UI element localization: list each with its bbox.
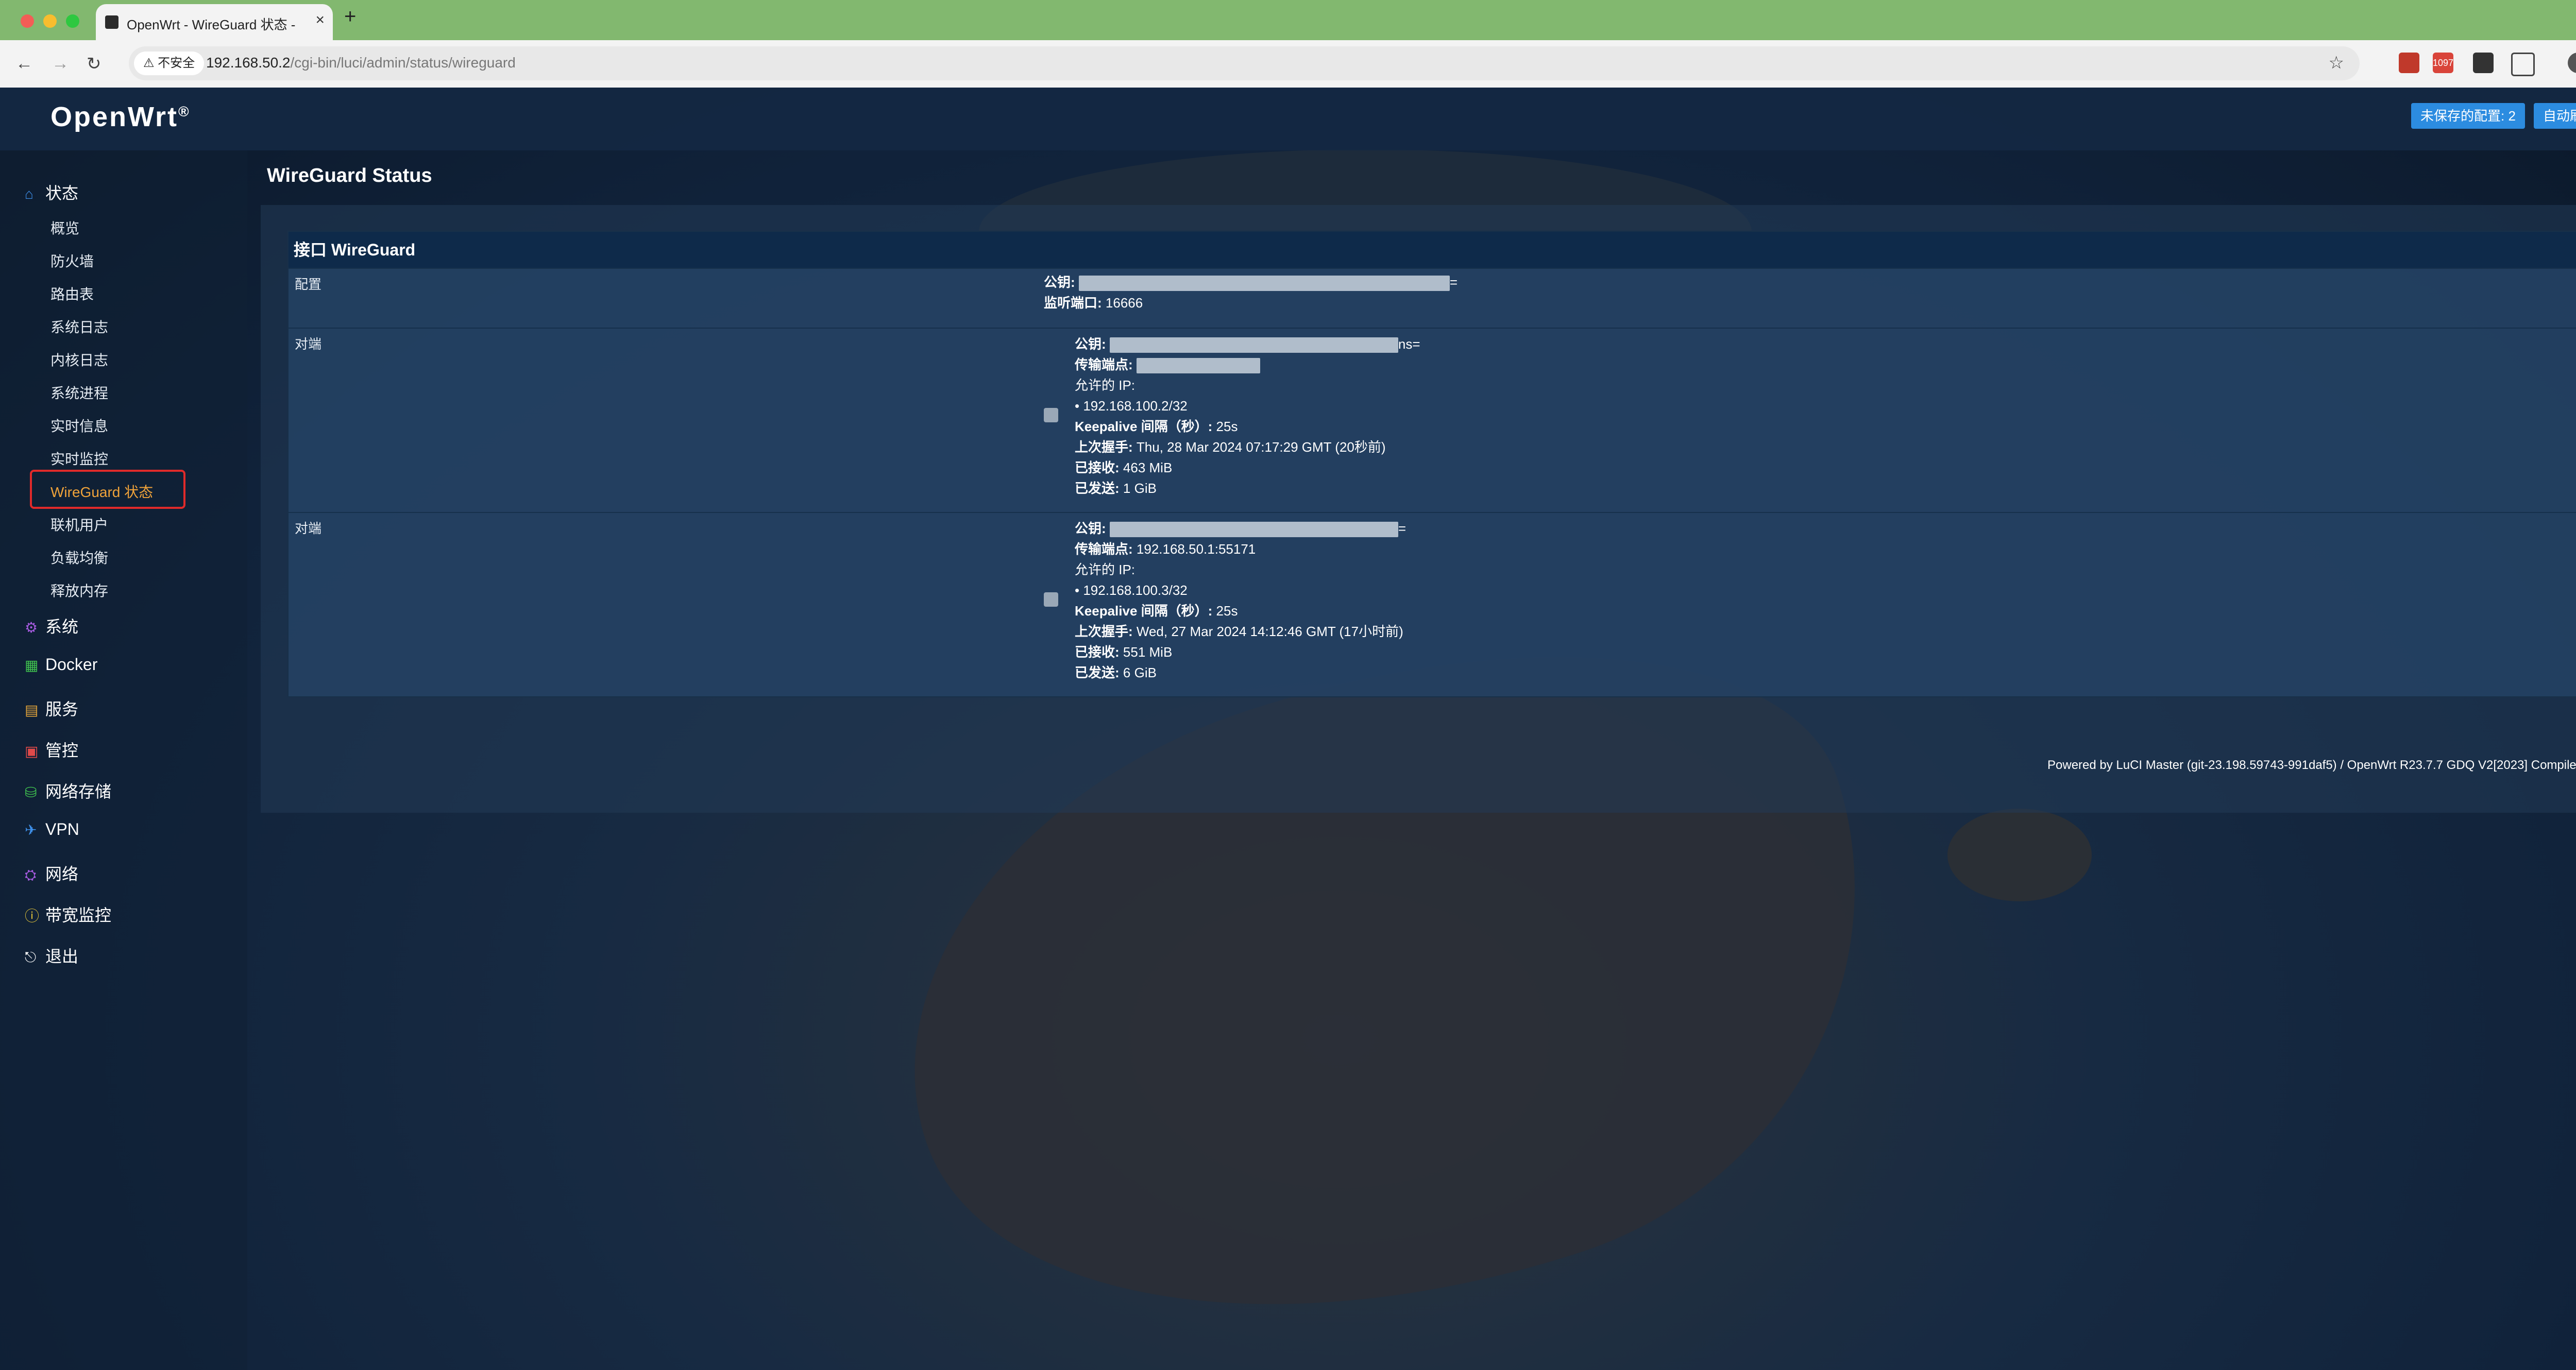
peer-pubkey: 公钥: = bbox=[1075, 518, 1406, 539]
reload-icon[interactable]: ↻ bbox=[87, 54, 101, 74]
redacted-key bbox=[1109, 522, 1398, 538]
openwrt-favicon-icon bbox=[105, 15, 118, 29]
peer-endpoint: 传输端点: bbox=[1075, 354, 1420, 375]
menu-vpn[interactable]: ✈ VPN bbox=[25, 820, 79, 839]
minimize-window-button[interactable] bbox=[43, 14, 57, 28]
peer-keepalive: Keepalive 间隔（秒）: 25s bbox=[1075, 419, 1238, 434]
sidebar: ⌂ 状态 概览 防火墙 路由表 系统日志 内核日志 系统进程 实时信息 实时监控 … bbox=[0, 150, 247, 1370]
submenu-realtime-monitor[interactable]: 实时监控 bbox=[50, 448, 108, 469]
submenu-free-memory[interactable]: 释放内存 bbox=[50, 580, 108, 601]
browser-tab-bar: OpenWrt - WireGuard 状态 - L × + ⌄ bbox=[0, 0, 2576, 40]
peer-keepalive: Keepalive 间隔（秒）: 25s bbox=[1075, 603, 1238, 619]
config-details: 公钥: = 监听端口: 16666 bbox=[1044, 272, 1458, 313]
submenu-firewall[interactable]: 防火墙 bbox=[50, 250, 94, 271]
peer-sent: 已发送: 6 GiB bbox=[1075, 665, 1157, 680]
brand-logo[interactable]: OpenWrt® bbox=[50, 101, 191, 133]
redacted-key bbox=[1109, 337, 1398, 353]
submenu-syslog[interactable]: 系统日志 bbox=[50, 316, 108, 337]
peer-allowed-ips-label: 允许的 IP: bbox=[1075, 378, 1136, 393]
storage-icon: ⛁ bbox=[25, 784, 37, 800]
extension-badge-icon[interactable]: 1097 bbox=[2433, 53, 2453, 73]
close-window-button[interactable] bbox=[21, 14, 34, 28]
peer-handshake: 上次握手: Thu, 28 Mar 2024 07:17:29 GMT (20秒… bbox=[1075, 439, 1386, 455]
new-tab-button[interactable]: + bbox=[344, 5, 356, 28]
menu-system[interactable]: ⚙ 系统 bbox=[25, 614, 78, 638]
peer-sent: 已发送: 1 GiB bbox=[1075, 481, 1157, 496]
bandwidth-icon: ⓘ bbox=[25, 908, 40, 924]
security-warning-chip[interactable]: ⚠ 不安全 bbox=[134, 52, 205, 75]
browser-tab[interactable]: OpenWrt - WireGuard 状态 - L × bbox=[96, 4, 333, 40]
control-icon: ▣ bbox=[25, 743, 39, 759]
menu-control[interactable]: ▣ 管控 bbox=[25, 738, 78, 761]
page-title: WireGuard Status bbox=[267, 165, 432, 186]
peer-details: 公钥: ns= 传输端点: 允许的 IP: • 192.168.100.2/32… bbox=[1075, 334, 1420, 499]
peer-received: 已接收: 551 MiB bbox=[1075, 644, 1173, 660]
config-pubkey: 公钥: = bbox=[1044, 272, 1458, 293]
openwrt-page: OpenWrt® 未保存的配置: 2 自动刷新 开 ⌂状态 概览 防火墙 路由表… bbox=[0, 88, 2576, 1370]
browser-toolbar: ← → ↻ ⚠ 不安全 192.168.50.2/cgi-bin/luci/ad… bbox=[0, 40, 2576, 89]
background-rock bbox=[1947, 809, 2092, 901]
autorefresh-badge[interactable]: 自动刷新 开 bbox=[2534, 103, 2576, 129]
config-row: 配置 公钥: = 监听端口: 16666 bbox=[289, 268, 2576, 328]
back-arrow-icon[interactable]: ← bbox=[15, 54, 33, 74]
extension-pdf-icon[interactable] bbox=[2399, 53, 2419, 73]
tab-close-icon[interactable]: × bbox=[315, 11, 325, 29]
peer-details: 公钥: = 传输端点: 192.168.50.1:55171 允许的 IP: •… bbox=[1075, 518, 1406, 683]
address-bar[interactable]: ⚠ 不安全 192.168.50.2/cgi-bin/luci/admin/st… bbox=[129, 46, 2360, 80]
vpn-icon: ✈ bbox=[25, 822, 37, 838]
submenu-routes[interactable]: 路由表 bbox=[50, 283, 94, 304]
url-text[interactable]: 192.168.50.2/cgi-bin/luci/admin/status/w… bbox=[206, 55, 516, 71]
unsaved-config-badge[interactable]: 未保存的配置: 2 bbox=[2411, 103, 2525, 129]
peer-allowed-ip: • 192.168.100.3/32 bbox=[1075, 583, 1188, 598]
submenu-kernel-log[interactable]: 内核日志 bbox=[50, 349, 108, 370]
footer-credits: Powered by LuCI Master (git-23.198.59743… bbox=[2047, 758, 2576, 772]
peer-endpoint: 传输端点: 192.168.50.1:55171 bbox=[1075, 541, 1256, 557]
menu-nas[interactable]: ⛁ 网络存储 bbox=[25, 779, 111, 802]
peer-handshake: 上次握手: Wed, 27 Mar 2024 14:12:46 GMT (17小… bbox=[1075, 624, 1403, 639]
openwrt-header: OpenWrt® 未保存的配置: 2 自动刷新 开 bbox=[0, 88, 2576, 150]
submenu-online-users[interactable]: 联机用户 bbox=[50, 514, 108, 535]
maximize-window-button[interactable] bbox=[66, 14, 79, 28]
network-icon: ⛭ bbox=[25, 867, 37, 883]
peer-received: 已接收: 463 MiB bbox=[1075, 460, 1173, 475]
peer-allowed-ips-label: 允许的 IP: bbox=[1075, 562, 1136, 577]
content-panel: 接口 WireGuard 配置 公钥: = 监听端口: 16666 对端 公钥:… bbox=[261, 205, 2576, 813]
menu-logout[interactable]: ⎋ 退出 bbox=[25, 944, 78, 967]
submenu-processes[interactable]: 系统进程 bbox=[50, 382, 108, 403]
bookmark-star-icon[interactable]: ☆ bbox=[2329, 53, 2344, 73]
extension-icon[interactable] bbox=[2473, 53, 2494, 73]
submenu-load-balance[interactable]: 负载均衡 bbox=[50, 547, 108, 568]
peer-label: 对端 bbox=[295, 336, 322, 352]
docker-icon: ▦ bbox=[25, 657, 39, 673]
menu-bandwidth[interactable]: ⓘ 带宽监控 bbox=[25, 902, 111, 926]
peer-allowed-ip: • 192.168.100.2/32 bbox=[1075, 398, 1188, 414]
menu-status[interactable]: ⌂ 状态 bbox=[25, 180, 78, 204]
logout-icon: ⎋ bbox=[25, 949, 37, 965]
redacted-endpoint bbox=[1136, 358, 1260, 374]
tab-title: OpenWrt - WireGuard 状态 - L bbox=[127, 17, 297, 32]
config-listen-port: 监听端口: 16666 bbox=[1044, 295, 1143, 311]
menu-docker[interactable]: ▦ Docker bbox=[25, 655, 97, 674]
peer-pubkey: 公钥: ns= bbox=[1075, 334, 1420, 354]
services-icon: ▤ bbox=[25, 702, 39, 718]
peer-row: 对端 公钥: = 传输端点: 192.168.50.1:55171 允许的 IP… bbox=[289, 512, 2576, 696]
peer-label: 对端 bbox=[295, 521, 322, 536]
peer-icon bbox=[1044, 408, 1058, 422]
submenu-wireguard-status[interactable]: WireGuard 状态 bbox=[50, 481, 153, 502]
redacted-key bbox=[1078, 276, 1450, 292]
forward-arrow-icon[interactable]: → bbox=[52, 54, 69, 74]
home-icon: ⌂ bbox=[25, 186, 33, 202]
wireguard-interface-table: 接口 WireGuard 配置 公钥: = 监听端口: 16666 对端 公钥:… bbox=[287, 231, 2576, 697]
submenu-realtime-info[interactable]: 实时信息 bbox=[50, 415, 108, 436]
peer-icon bbox=[1044, 592, 1058, 607]
menu-services[interactable]: ▤ 服务 bbox=[25, 696, 78, 720]
extensions-puzzle-icon[interactable] bbox=[2511, 53, 2535, 76]
peer-row: 对端 公钥: ns= 传输端点: 允许的 IP: • 192.168.100.2… bbox=[289, 328, 2576, 512]
interface-header: 接口 WireGuard bbox=[289, 232, 2576, 268]
config-label: 配置 bbox=[295, 277, 322, 292]
submenu-overview[interactable]: 概览 bbox=[50, 217, 79, 238]
gear-icon: ⚙ bbox=[25, 620, 38, 636]
menu-network[interactable]: ⛭ 网络 bbox=[25, 861, 78, 885]
profile-avatar[interactable] bbox=[2568, 53, 2576, 73]
